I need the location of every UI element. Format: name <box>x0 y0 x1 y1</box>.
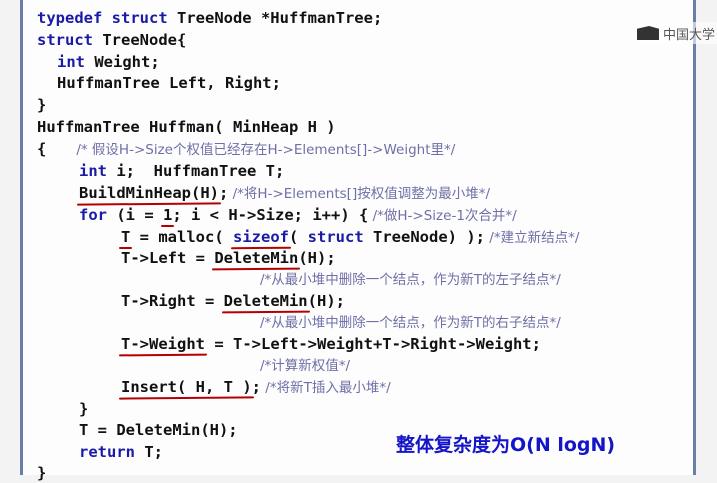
underlined-t: T <box>121 228 131 246</box>
code-line-1: typedef struct TreeNode *HuffmanTree; <box>37 9 383 27</box>
code-line-16: T->Weight = T->Left->Weight+T->Right->We… <box>121 335 541 353</box>
code-line-15: /*从最小堆中删除一个结点，作为新T的右子结点*/ <box>260 315 561 331</box>
code-line-8: int i; HuffmanTree T; <box>79 162 285 180</box>
underlined-insert: Insert( H, T ) <box>121 378 252 396</box>
code-line-9: BuildMinHeap(H); /*将H->Elements[]按权值调整为最… <box>79 184 491 202</box>
code-line-21: return T; <box>79 443 163 461</box>
code-line-6: HuffmanTree Huffman( MinHeap H ) <box>37 118 336 136</box>
code-line-12: T->Left = DeleteMin(H); <box>121 249 336 267</box>
code-line-22: } <box>37 464 47 482</box>
code-line-7: {/* 假设H->Size个权值已经存在H->Elements[]->Weigh… <box>37 140 456 158</box>
code-line-14: T->Right = DeleteMin(H); <box>121 292 345 310</box>
lecture-slide: typedef struct TreeNode *HuffmanTree; st… <box>20 0 696 482</box>
code-line-19: } <box>79 400 89 418</box>
code-line-5: } <box>37 96 47 114</box>
code-line-13: /*从最小堆中删除一个结点，作为新T的左子结点*/ <box>260 272 561 288</box>
code-line-18: Insert( H, T ); /*将新T插入最小堆*/ <box>121 378 391 396</box>
underlined-sizeof: sizeof <box>233 228 289 246</box>
underlined-deletemin-right: DeleteMin <box>223 292 308 310</box>
mooc-logo-icon <box>636 26 659 40</box>
underlined-deletemin-left: DeleteMin <box>214 249 299 267</box>
code-line-10: for (i = 1; i < H->Size; i++) { /*做H->Si… <box>79 206 517 224</box>
code-line-4: HuffmanTree Left, Right; <box>57 74 281 92</box>
code-line-17: /*计算新权值*/ <box>260 358 351 374</box>
code-line-2: struct TreeNode{ <box>37 31 187 49</box>
underlined-call: BuildMinHeap(H) <box>79 184 219 202</box>
watermark-text: 中国大学 <box>662 27 715 43</box>
code-line-11: T = malloc( sizeof( struct TreeNode) ); … <box>121 228 580 246</box>
mooc-watermark: 中国大学 <box>636 22 717 44</box>
code-line-20: T = DeleteMin(H); <box>79 421 238 439</box>
code-line-3: int Weight; <box>57 53 160 71</box>
underlined-one: 1 <box>163 206 173 224</box>
complexity-note: 整体复杂度为O(N logN) <box>396 434 616 456</box>
underlined-weight: T->Weight <box>121 335 205 353</box>
